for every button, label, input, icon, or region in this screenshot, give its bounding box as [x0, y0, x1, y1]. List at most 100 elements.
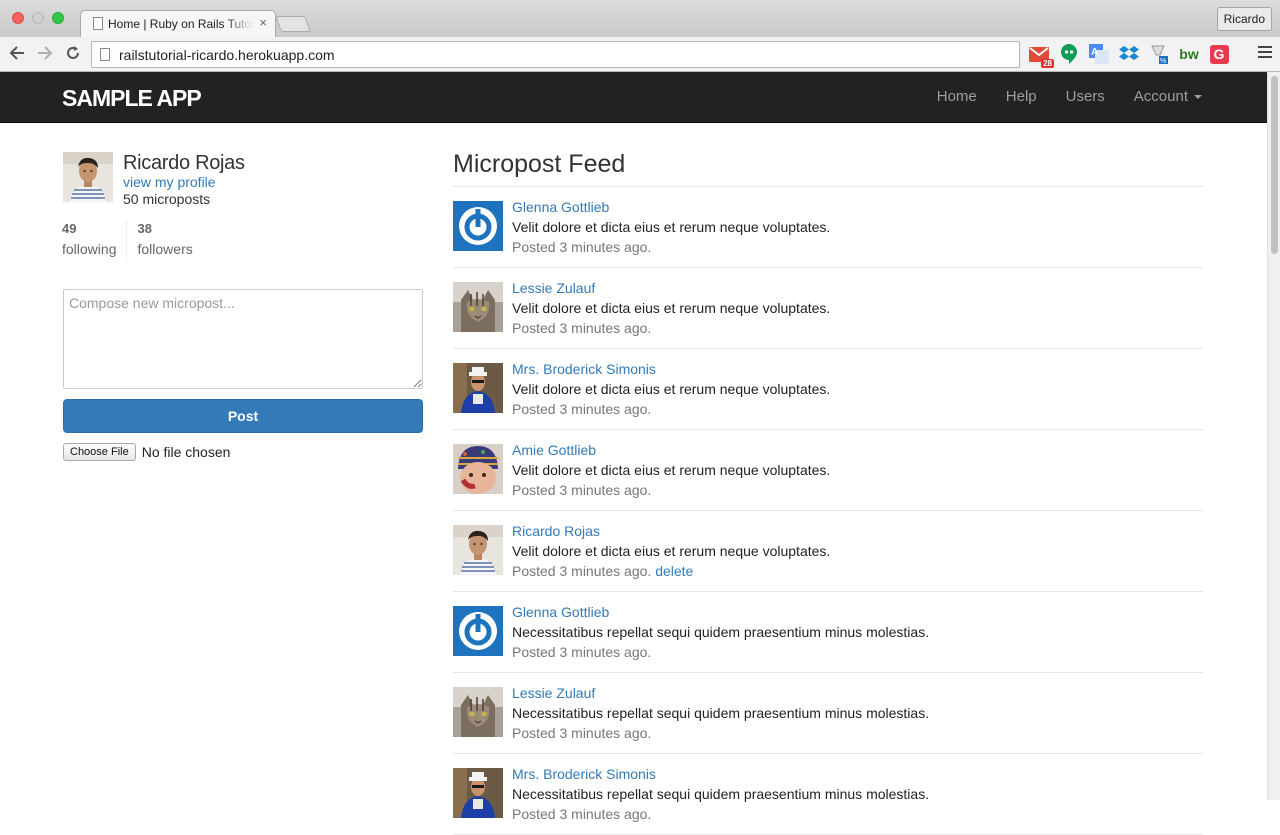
user-avatar[interactable] [453, 525, 503, 575]
gmail-icon[interactable]: 28 [1028, 43, 1054, 68]
gravatar-icon[interactable] [453, 201, 503, 251]
hamburger-menu-icon[interactable] [1258, 46, 1272, 60]
feed-user-link[interactable]: Mrs. Broderick Simonis [512, 766, 656, 782]
feed-item: Lessie Zulauf Velit dolore et dicta eius … [453, 268, 1203, 349]
window-close-button[interactable] [12, 12, 24, 24]
user-avatar[interactable] [453, 363, 503, 413]
scrollbar-thumb[interactable] [1271, 76, 1278, 254]
feed-timestamp-text: Posted 3 minutes ago. [512, 482, 652, 498]
feed-timestamp-text: Posted 3 minutes ago. [512, 239, 652, 255]
feed-user-link[interactable]: Amie Gottlieb [512, 442, 596, 458]
user-name: Ricardo Rojas [123, 152, 245, 174]
choose-file-button[interactable]: Choose File [63, 443, 136, 461]
user-avatar[interactable] [453, 444, 503, 494]
feed-content: Velit dolore et dicta eius et rerum nequ… [512, 462, 831, 478]
followers-count: 38 [137, 221, 152, 236]
delete-link[interactable]: delete [655, 563, 693, 579]
gravatar-icon[interactable] [453, 606, 503, 656]
caret-down-icon [1194, 95, 1202, 100]
user-avatar[interactable] [453, 768, 503, 818]
feed-timestamp: Posted 3 minutes ago. [512, 644, 651, 660]
nav-links: Home Help Users Account [908, 88, 1202, 105]
hangouts-icon[interactable] [1058, 43, 1080, 65]
feed-user-link[interactable]: Mrs. Broderick Simonis [512, 361, 656, 377]
feed-item: Glenna Gottlieb Necessitatibus repellat s… [453, 592, 1203, 673]
nav-help[interactable]: Help [1006, 88, 1037, 105]
micropost-feed: Glenna Gottlieb Velit dolore et dicta eiu… [453, 187, 1203, 835]
feed-item: Amie Gottlieb Velit dolore et dicta eius … [453, 430, 1203, 511]
nav-account-label: Account [1133, 88, 1188, 105]
browser-titlebar: Home | Ruby on Rails Tutorial Sample App… [0, 0, 1280, 37]
feed-timestamp-text: Posted 3 minutes ago. [512, 563, 652, 579]
feed-timestamp: Posted 3 minutes ago. [512, 239, 651, 255]
feed-user-link[interactable]: Lessie Zulauf [512, 685, 595, 701]
page-icon [100, 48, 110, 61]
feed-user-link[interactable]: Glenna Gottlieb [512, 604, 609, 620]
forward-arrow-icon[interactable] [34, 42, 56, 64]
profile-button[interactable]: Ricardo [1216, 7, 1272, 31]
following-count: 49 [62, 221, 77, 236]
feed-content: Necessitatibus repellat sequi quidem pra… [512, 624, 930, 640]
feed-user-link[interactable]: Glenna Gottlieb [512, 199, 609, 215]
micropost-textarea[interactable] [63, 289, 423, 389]
nav-users[interactable]: Users [1066, 88, 1105, 105]
follow-stats: 49 following 38 followers [62, 221, 203, 261]
grammarly-icon[interactable]: G [1208, 43, 1230, 65]
feed-timestamp-text: Posted 3 minutes ago. [512, 806, 652, 822]
feed-timestamp: Posted 3 minutes ago. [512, 725, 651, 741]
site-logo[interactable]: sample app [62, 85, 202, 112]
feed-timestamp: Posted 3 minutes ago. [512, 806, 651, 822]
feed-item: Glenna Gottlieb Velit dolore et dicta eiu… [453, 187, 1203, 268]
micropost-count: 50 microposts [123, 191, 211, 207]
feed-timestamp-text: Posted 3 minutes ago. [512, 401, 652, 417]
feed-timestamp-text: Posted 3 minutes ago. [512, 725, 652, 741]
nav-home[interactable]: Home [937, 88, 977, 105]
url-text: railstutorial-ricardo.herokuapp.com [119, 47, 335, 63]
feed-timestamp: Posted 3 minutes ago. [512, 482, 651, 498]
address-bar[interactable]: railstutorial-ricardo.herokuapp.com [91, 41, 1020, 68]
user-avatar[interactable] [453, 282, 503, 332]
browser-tab[interactable]: Home | Ruby on Rails Tutorial Sample App… [80, 10, 276, 37]
feed-user-link[interactable]: Lessie Zulauf [512, 280, 595, 296]
feed-item: Ricardo Rojas Velit dolore et dicta eius … [453, 511, 1203, 592]
discount-icon[interactable]: % [1148, 43, 1170, 65]
bw-icon-label: bw [1179, 46, 1199, 62]
window-minimize-button[interactable] [32, 12, 44, 24]
feed-content: Velit dolore et dicta eius et rerum nequ… [512, 300, 831, 316]
user-avatar[interactable] [63, 152, 113, 202]
gmail-badge: 28 [1041, 59, 1054, 68]
feed-item: Mrs. Broderick Simonis Velit dolore et di… [453, 349, 1203, 430]
extension-bar: 28 A % bw G [1028, 43, 1230, 68]
post-button[interactable]: Post [63, 399, 423, 433]
following-label: following [62, 241, 117, 257]
reload-icon[interactable] [62, 42, 84, 64]
grammarly-icon-label: G [1209, 44, 1229, 64]
feed-timestamp: Posted 3 minutes ago. delete [512, 563, 693, 579]
view-profile-link[interactable]: view my profile [123, 174, 216, 190]
dropbox-icon[interactable] [1118, 43, 1140, 65]
page-scrollbar[interactable] [1267, 72, 1280, 800]
feed-user-link[interactable]: Ricardo Rojas [512, 523, 600, 539]
followers-stat[interactable]: 38 followers [126, 221, 202, 261]
nav-account-dropdown[interactable]: Account [1134, 88, 1202, 105]
feed-content: Velit dolore et dicta eius et rerum nequ… [512, 381, 831, 397]
feed-timestamp: Posted 3 minutes ago. [512, 320, 651, 336]
back-arrow-icon[interactable] [6, 42, 28, 64]
page-icon [93, 17, 103, 30]
user-avatar[interactable] [453, 687, 503, 737]
file-status: No file chosen [141, 444, 231, 460]
feed-title: Micropost Feed [453, 150, 626, 178]
window-maximize-button[interactable] [52, 12, 64, 24]
following-stat[interactable]: 49 following [62, 221, 126, 261]
feed-timestamp-text: Posted 3 minutes ago. [512, 644, 652, 660]
feed-item: Mrs. Broderick Simonis Necessitatibus rep… [453, 754, 1203, 835]
feed-content: Velit dolore et dicta eius et rerum nequ… [512, 543, 831, 559]
bw-icon[interactable]: bw [1178, 43, 1200, 65]
new-tab-button[interactable] [275, 16, 311, 32]
svg-text:%: % [1160, 58, 1166, 64]
translate-icon[interactable]: A [1088, 43, 1110, 65]
tab-close-icon[interactable]: × [259, 15, 267, 30]
followers-label: followers [137, 241, 193, 257]
tab-title: Home | Ruby on Rails Tutorial Sample App [108, 17, 254, 31]
translate-icon-label: A [1091, 47, 1098, 58]
